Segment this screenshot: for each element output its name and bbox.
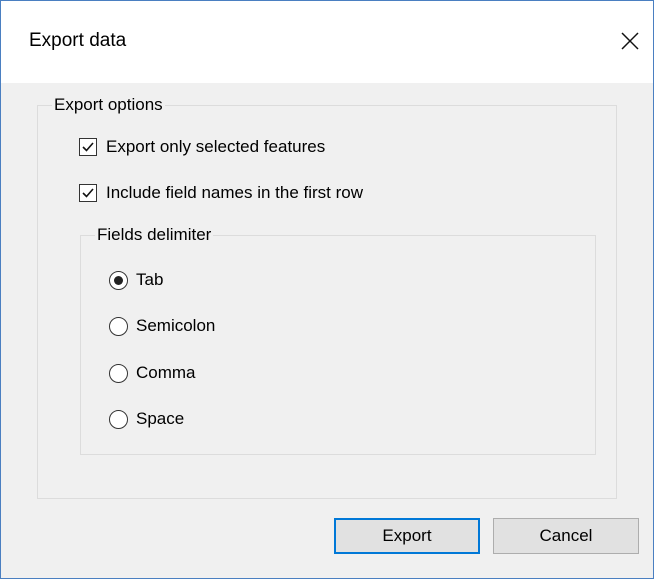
- export-selected-label: Export only selected features: [106, 137, 326, 156]
- radio-semicolon[interactable]: [109, 317, 128, 336]
- radio-label-tab: Tab: [136, 270, 164, 289]
- radio-option-tab[interactable]: Tab: [109, 270, 229, 295]
- radio-comma[interactable]: [109, 364, 128, 383]
- window-title: Export data: [29, 30, 127, 51]
- export-button[interactable]: Export: [334, 518, 480, 554]
- include-field-names-label: Include field names in the first row: [106, 183, 364, 202]
- export-selected-option[interactable]: Export only selected features: [79, 137, 419, 162]
- checkmark-icon: [82, 188, 94, 198]
- export-selected-checkbox[interactable]: [79, 138, 97, 156]
- radio-tab[interactable]: [109, 271, 128, 290]
- checkmark-icon: [82, 142, 94, 152]
- radio-label-space: Space: [136, 409, 185, 428]
- export-options-legend: Export options: [54, 95, 163, 114]
- radio-option-comma[interactable]: Comma: [109, 363, 249, 388]
- radio-label-semicolon: Semicolon: [136, 316, 216, 335]
- include-field-names-checkbox[interactable]: [79, 184, 97, 202]
- radio-selected-dot: [114, 276, 123, 285]
- radio-space[interactable]: [109, 410, 128, 429]
- close-icon: [621, 32, 639, 50]
- fields-delimiter-legend: Fields delimiter: [97, 225, 212, 244]
- export-data-dialog: Export data Export options Export only s…: [0, 0, 654, 579]
- radio-label-comma: Comma: [136, 363, 196, 382]
- title-bar: Export data: [1, 1, 653, 83]
- close-button[interactable]: [607, 21, 653, 61]
- radio-option-semicolon[interactable]: Semicolon: [109, 316, 269, 341]
- include-field-names-option[interactable]: Include field names in the first row: [79, 183, 479, 208]
- cancel-button[interactable]: Cancel: [493, 518, 639, 554]
- radio-option-space[interactable]: Space: [109, 409, 249, 434]
